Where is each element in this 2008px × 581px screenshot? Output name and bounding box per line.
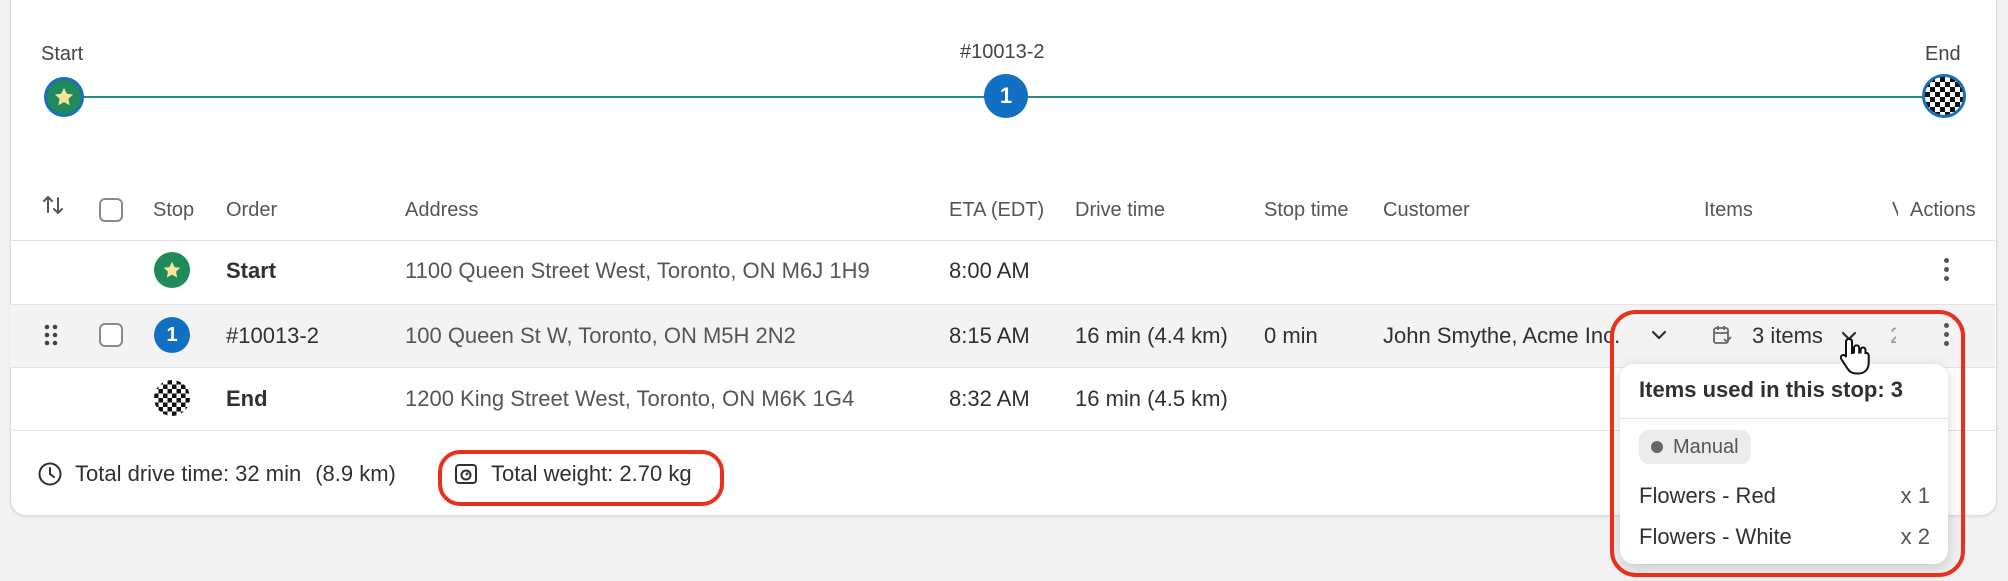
- row-stop-customer: John Smythe, Acme Inc.: [1383, 323, 1621, 348]
- row-end-address: 1200 King Street West, Toronto, ON M6K 1…: [405, 386, 855, 411]
- select-all-checkbox[interactable]: [99, 198, 123, 222]
- timeline-start-label: Start: [41, 43, 84, 65]
- row-checkbox[interactable]: [99, 323, 123, 347]
- items-highlight-outline: [1610, 310, 1965, 577]
- stop-number-badge: 1: [154, 317, 190, 353]
- total-distance: (8.9 km): [315, 461, 396, 486]
- total-drive-time-label: Total drive time: 32 min: [75, 461, 302, 486]
- start-marker: [154, 252, 190, 288]
- col-header-stop[interactable]: Stop: [153, 199, 194, 222]
- col-header-address[interactable]: Address: [405, 199, 478, 222]
- col-header-customer[interactable]: Customer: [1383, 199, 1470, 222]
- col-header-eta[interactable]: ETA (EDT): [949, 199, 1044, 222]
- timeline-stop-label: #10013-2: [960, 41, 1045, 63]
- col-header-actions: Actions: [1910, 199, 1976, 221]
- row-stop-drive-time: 16 min (4.4 km): [1075, 323, 1228, 348]
- timeline-end-node[interactable]: [1922, 74, 1966, 118]
- row-end-eta: 8:32 AM: [949, 386, 1030, 411]
- hand-cursor-icon: [1838, 336, 1872, 381]
- weight-highlight-outline: [438, 450, 724, 506]
- total-drive-time: Total drive time: 32 min (8.9 km): [37, 461, 396, 487]
- star-icon: [163, 261, 181, 278]
- end-marker: [154, 380, 190, 416]
- row-stop-eta: 8:15 AM: [949, 323, 1030, 348]
- row-stop-stop-time: 0 min: [1264, 323, 1318, 348]
- row-start-order: Start: [226, 258, 277, 283]
- row-start-actions-icon[interactable]: [1944, 258, 1950, 285]
- timeline-end-label: End: [1925, 43, 1961, 65]
- col-header-order[interactable]: Order: [226, 199, 277, 222]
- row-end-drive-time: 16 min (4.5 km): [1075, 386, 1228, 411]
- timeline-start-node[interactable]: [44, 77, 84, 117]
- col-header-truncated: V: [1892, 199, 1898, 222]
- clock-icon: [38, 462, 62, 486]
- header-divider: [10, 240, 1995, 241]
- row-start-address: 1100 Queen Street West, Toronto, ON M6J …: [405, 258, 870, 283]
- col-header-drive-time[interactable]: Drive time: [1075, 199, 1165, 222]
- row-stop-address: 100 Queen St W, Toronto, ON M5H 2N2: [405, 323, 796, 348]
- row-end-order: End: [226, 386, 268, 411]
- col-header-stop-time[interactable]: Stop time: [1264, 199, 1348, 222]
- row-stop-order[interactable]: #10013-2: [226, 323, 319, 349]
- drag-handle-icon[interactable]: [44, 324, 58, 351]
- star-icon: [54, 87, 74, 106]
- col-header-items[interactable]: Items: [1704, 199, 1753, 222]
- row-start-eta: 8:00 AM: [949, 258, 1030, 283]
- sort-icon[interactable]: [40, 192, 66, 224]
- timeline-stop-node[interactable]: 1: [984, 74, 1028, 118]
